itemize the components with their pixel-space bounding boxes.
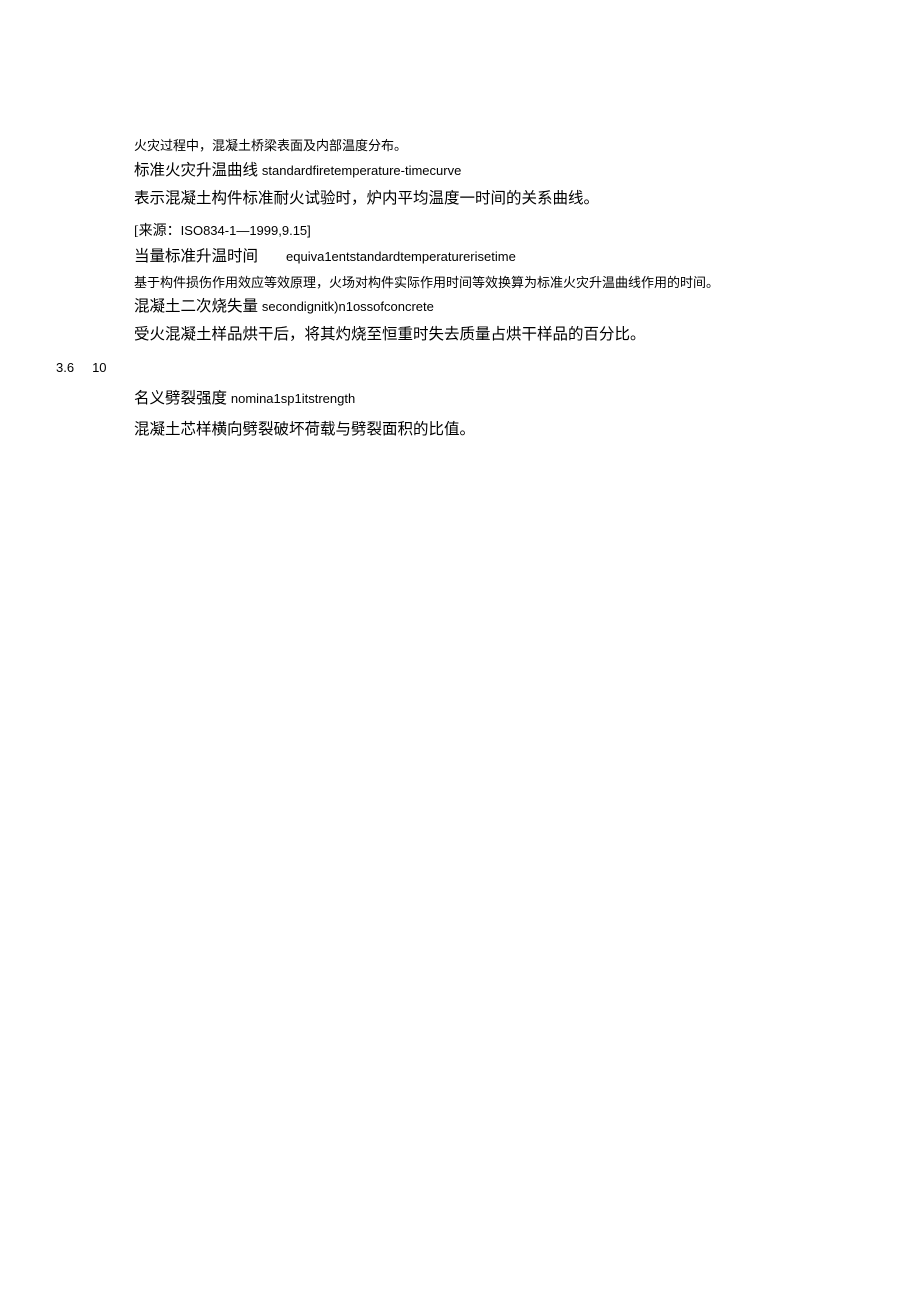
section-number: 3.6 10 [56, 358, 864, 379]
section-sub: 10 [92, 360, 106, 375]
document-page: 火灾过程中，混凝土桥梁表面及内部温度分布。 标准火灾升温曲线 standardf… [0, 0, 920, 442]
desc-standard-fire-curve: 表示混凝土构件标准耐火试验时，炉内平均温度一时间的关系曲线。 [134, 187, 864, 212]
term-cn: 名义劈裂强度 [134, 390, 227, 407]
term-standard-fire-curve: 标准火灾升温曲线 standardfiretemperature-timecur… [134, 159, 864, 184]
source-code: ISO834-1—1999,9.15] [181, 223, 311, 238]
content-block: 火灾过程中，混凝土桥梁表面及内部温度分布。 标准火灾升温曲线 standardf… [134, 136, 864, 348]
term-cn: 当量标准升温时间 [134, 248, 258, 265]
source-reference: [来源：ISO834-1—1999,9.15] [134, 221, 864, 243]
term-cn: 混凝土二次烧失量 [134, 298, 258, 315]
term-cn: 标准火灾升温曲线 [134, 162, 258, 179]
desc-second-ignition-loss: 受火混凝土样品烘干后，将其灼烧至恒重时失去质量占烘干样品的百分比。 [134, 323, 864, 348]
term-equivalent-time: 当量标准升温时间 equiva1entstandardtemperatureris… [134, 245, 864, 270]
term-en: nomina1sp1itstrength [231, 391, 355, 406]
source-label: [来源： [134, 224, 181, 239]
desc-equivalent-time: 基于构件损伤作用效应等效原理，火场对构件实际作用时间等效换算为标准火灾升温曲线作… [134, 273, 864, 294]
term-en: secondignitk)n1ossofconcrete [262, 299, 434, 314]
term-en: standardfiretemperature-timecurve [262, 163, 461, 178]
term-en: equiva1entstandardtemperaturerisetime [286, 249, 516, 264]
term-second-ignition-loss: 混凝土二次烧失量 secondignitk)n1ossofconcrete [134, 295, 864, 320]
content-block-2: 名义劈裂强度 nomina1sp1itstrength 混凝土芯样横向劈裂破坏荷… [134, 387, 864, 443]
term-nominal-split-strength: 名义劈裂强度 nomina1sp1itstrength [134, 387, 864, 412]
section-main: 3.6 [56, 360, 74, 375]
paragraph-fire-process: 火灾过程中，混凝土桥梁表面及内部温度分布。 [134, 136, 864, 157]
desc-nominal-split-strength: 混凝土芯样横向劈裂破坏荷载与劈裂面积的比值。 [134, 418, 864, 443]
